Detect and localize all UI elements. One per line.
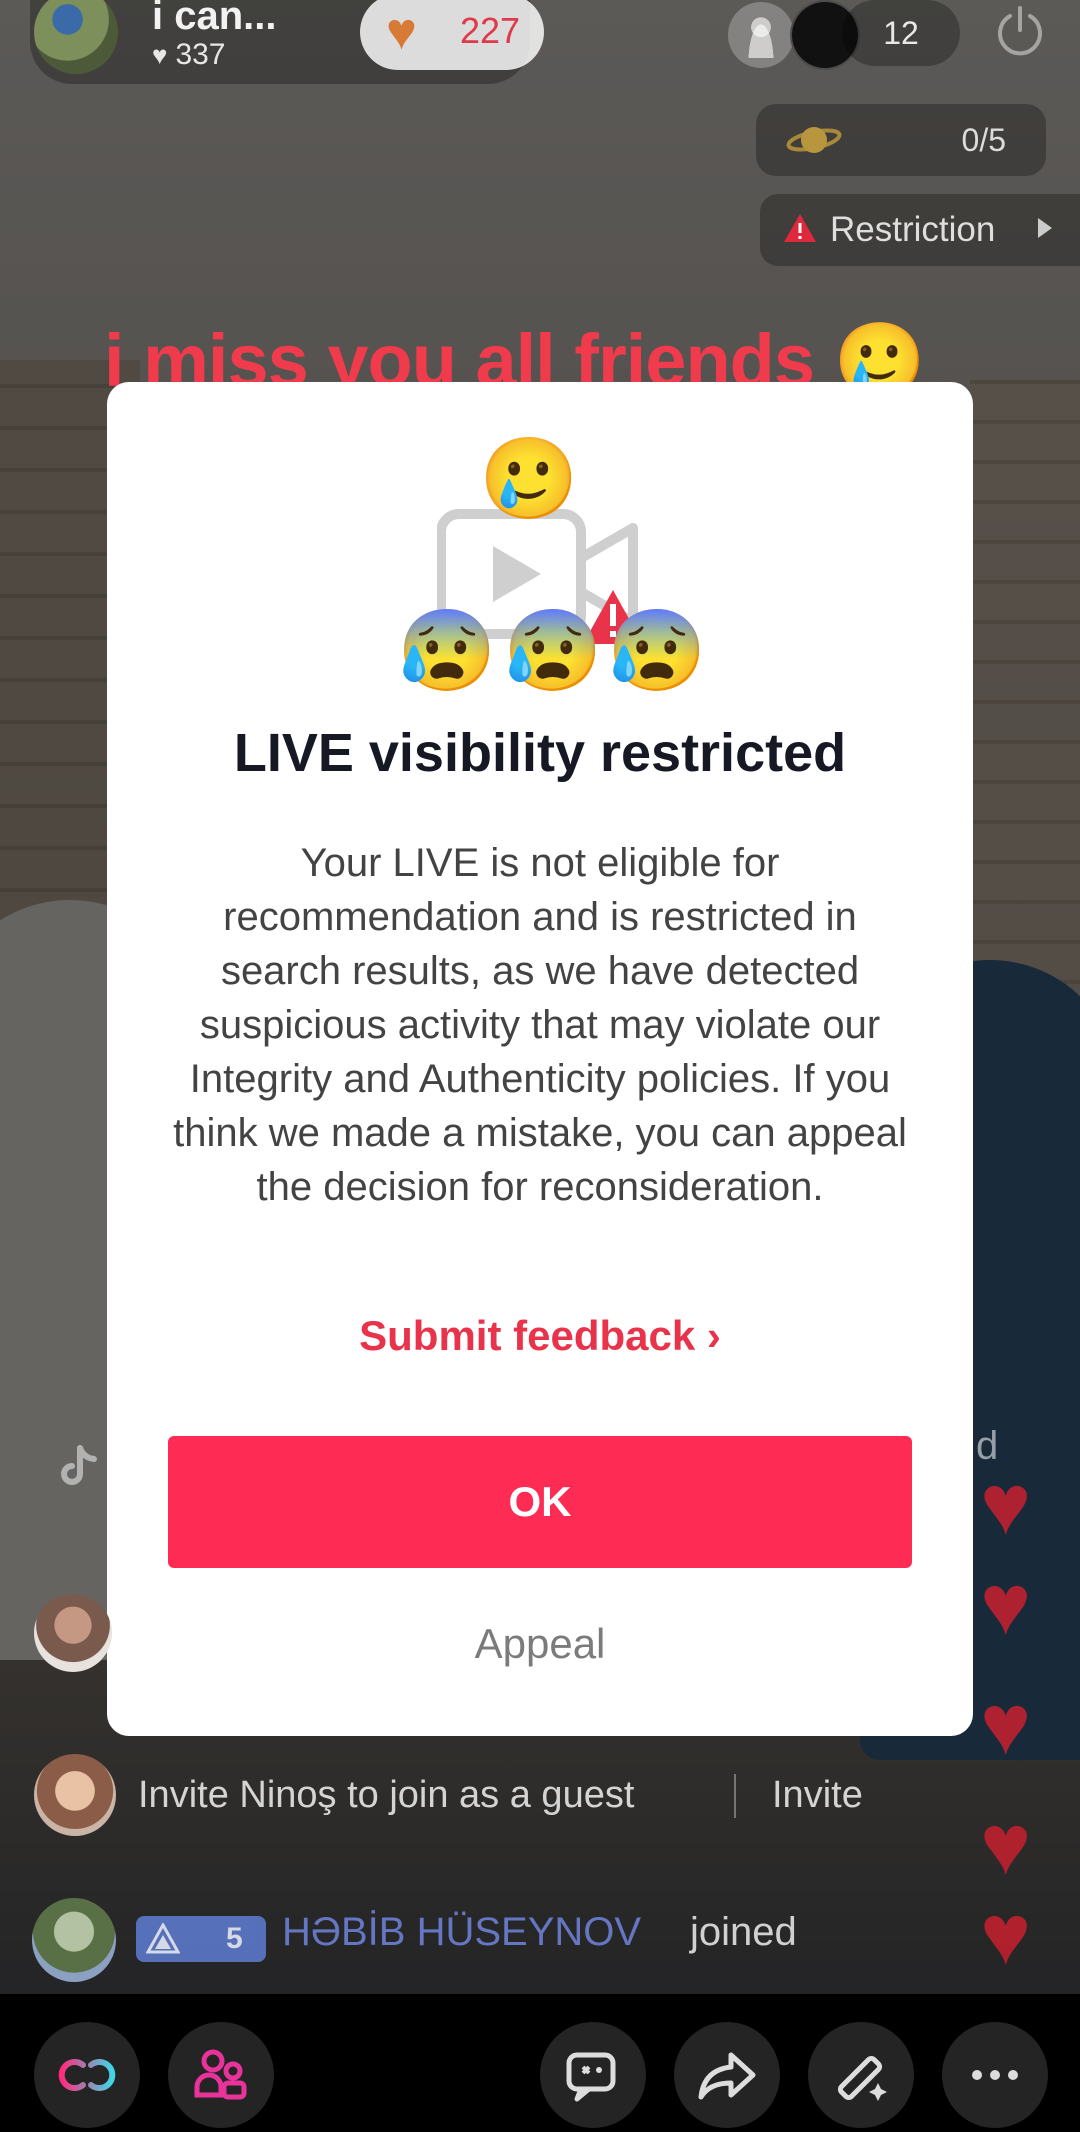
heart-icon: ♥ (980, 1887, 1032, 1983)
heart-icon: ♥ (980, 1557, 1032, 1653)
appeal-button[interactable]: Appeal (107, 1620, 973, 1668)
invite-button[interactable]: Invite (772, 1774, 863, 1817)
heart-icon: ♥ (980, 1677, 1032, 1773)
gift-box-button[interactable] (540, 2022, 646, 2128)
heart-outline-icon: ♥ (152, 40, 168, 70)
viewer-count[interactable]: 12 (842, 0, 960, 66)
joined-label: joined (690, 1910, 797, 1954)
guests-button[interactable] (168, 2022, 274, 2128)
bottom-toolbar (0, 1994, 1080, 2132)
host-name: i can... (152, 0, 277, 38)
ok-button[interactable]: OK (168, 1436, 912, 1568)
link-icon (58, 2059, 116, 2091)
user-level-number: 5 (226, 1922, 243, 1955)
effects-button[interactable] (808, 2022, 914, 2128)
tearful-smile-emoji: 🥲 (479, 434, 579, 523)
host-likes-count: 337 (175, 38, 226, 71)
level-triangle-icon (146, 1923, 180, 1954)
restriction-dialog: 🥲 😰 😰 😰 LIVE visibility restricted Your … (107, 382, 973, 1736)
share-button[interactable] (674, 2022, 780, 2128)
heart-icon: ♥ (980, 1797, 1032, 1893)
guests-icon (194, 2049, 247, 2100)
warning-icon (784, 214, 816, 242)
chevron-right-icon (1038, 218, 1052, 238)
dialog-message: Your LIVE is not eligible for recommenda… (173, 841, 907, 1209)
joined-user-avatar[interactable] (32, 1898, 116, 1982)
user-placeholder-icon (745, 14, 777, 58)
power-icon[interactable] (992, 2, 1048, 58)
joined-username[interactable]: HƏBİB HÜSEYNOV (282, 1910, 641, 1955)
live-goal-pill[interactable]: 0/5 (756, 104, 1046, 176)
invitee-avatar[interactable] (34, 1754, 116, 1836)
user-level-badge: 5 (136, 1916, 266, 1962)
submit-feedback-link[interactable]: Submit feedback › (107, 1312, 973, 1360)
planet-icon (786, 127, 842, 153)
link-button[interactable] (34, 2022, 140, 2128)
host-avatar[interactable] (34, 0, 118, 74)
tiktok-logo-icon (61, 1445, 97, 1485)
divider (734, 1774, 736, 1818)
more-button[interactable] (942, 2022, 1048, 2128)
heart-gift-icon: ♥ (386, 3, 417, 61)
anxious-face-emoji: 😰 (397, 606, 497, 695)
anxious-face-emoji: 😰 (503, 606, 603, 695)
more-icon (972, 2070, 1018, 2080)
host-info[interactable]: i can... ♥ 337 ♥ 227 (30, 0, 544, 84)
invite-guest-row: Invite Ninoş to join as a guest Invite (30, 1752, 1000, 1842)
host-likes: ♥ 337 (152, 38, 226, 72)
viewer-avatar[interactable] (728, 2, 794, 68)
restriction-label: Restriction (830, 210, 996, 249)
restriction-button[interactable]: Restriction (760, 194, 1080, 266)
magic-wand-icon (837, 2055, 887, 2101)
gift-box-icon (566, 2052, 616, 2102)
anxious-face-emoji: 😰 (607, 606, 707, 695)
dialog-title: LIVE visibility restricted (233, 723, 847, 783)
gift-counter-pill[interactable]: ♥ 227 (360, 0, 544, 70)
goal-progress: 0/5 (961, 122, 1006, 158)
commenter-avatar[interactable] (34, 1594, 112, 1672)
share-icon (698, 2052, 756, 2100)
joined-notification-row: 5 HƏBİB HÜSEYNOV joined (30, 1898, 930, 1982)
heart-icon: ♥ (980, 1457, 1032, 1553)
invite-guest-text: Invite Ninoş to join as a guest (138, 1774, 635, 1816)
gift-count: 227 (460, 10, 521, 51)
